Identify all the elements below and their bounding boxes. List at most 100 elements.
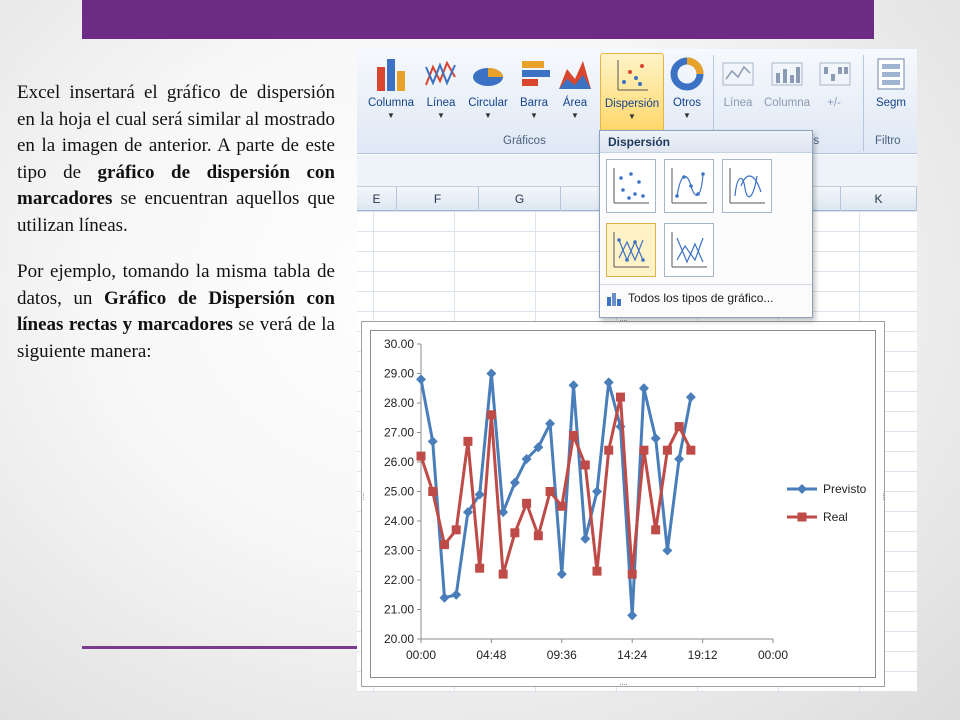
chevron-down-icon: ▼ bbox=[484, 111, 492, 120]
y-tick-label: 28.00 bbox=[384, 396, 414, 410]
data-point-real bbox=[662, 445, 672, 455]
resize-handle-left[interactable]: ···· bbox=[359, 492, 369, 500]
column-chart-button[interactable]: Columna ▼ bbox=[365, 53, 417, 133]
column-chart-icon bbox=[377, 59, 405, 91]
y-tick-label: 29.00 bbox=[384, 367, 414, 381]
data-point-previsto bbox=[662, 545, 673, 556]
data-point-previsto bbox=[650, 433, 661, 444]
y-tick-label: 21.00 bbox=[384, 603, 414, 617]
data-point-real bbox=[463, 436, 473, 446]
scatter-markers-icon bbox=[613, 168, 649, 204]
column-header-e[interactable]: E bbox=[357, 187, 397, 211]
slicer-button[interactable]: Segm bbox=[869, 53, 913, 133]
scatter-straight-markers-option[interactable] bbox=[606, 223, 656, 277]
data-point-previsto bbox=[486, 368, 497, 379]
scatter-markers-only-option[interactable] bbox=[606, 159, 656, 213]
sparkline-column-button[interactable]: Columna bbox=[761, 53, 813, 133]
data-point-real bbox=[451, 525, 461, 535]
paragraph-intro: Excel insertará el gráfico de dispersión… bbox=[17, 80, 335, 239]
data-point-real bbox=[428, 487, 438, 496]
legend-label-previsto: Previsto bbox=[823, 482, 867, 496]
gallery-title: Dispersión bbox=[600, 131, 812, 153]
x-tick-label: 19:12 bbox=[688, 648, 718, 662]
all-chart-types-label: Todos los tipos de gráfico... bbox=[628, 291, 774, 305]
x-tick-label: 14:24 bbox=[617, 648, 647, 662]
data-point-real bbox=[686, 445, 696, 455]
chevron-down-icon: ▼ bbox=[628, 112, 636, 121]
bar-chart-button[interactable]: Barra ▼ bbox=[515, 53, 553, 133]
data-point-real bbox=[615, 392, 625, 402]
data-point-real bbox=[475, 563, 485, 573]
chevron-down-icon: ▼ bbox=[571, 111, 579, 120]
excel-screenshot: Columna ▼ Línea ▼ Circular ▼ Barra ▼ Áre… bbox=[357, 49, 917, 692]
chevron-down-icon: ▼ bbox=[437, 111, 445, 120]
data-point-real bbox=[439, 540, 449, 550]
y-tick-label: 20.00 bbox=[384, 632, 414, 646]
data-point-real bbox=[639, 445, 649, 455]
group-label-charts: Gráficos bbox=[503, 135, 546, 147]
x-tick-label: 00:00 bbox=[758, 648, 788, 662]
y-tick-label: 24.00 bbox=[384, 514, 414, 528]
scatter-smooth-markers-option[interactable] bbox=[664, 159, 714, 213]
data-point-previsto bbox=[439, 592, 450, 603]
scatter-straight-lines-icon bbox=[671, 232, 707, 268]
other-charts-button[interactable]: Otros ▼ bbox=[667, 53, 707, 133]
area-chart-button[interactable]: Área ▼ bbox=[555, 53, 595, 133]
data-point-previsto bbox=[580, 533, 591, 544]
line-chart-button[interactable]: Línea ▼ bbox=[421, 53, 461, 133]
x-tick-label: 00:00 bbox=[406, 648, 436, 662]
chevron-down-icon: ▼ bbox=[530, 111, 538, 120]
group-divider bbox=[863, 55, 864, 151]
data-point-real bbox=[522, 498, 532, 508]
data-point-previsto bbox=[556, 569, 567, 580]
data-point-previsto bbox=[416, 374, 426, 385]
data-point-real bbox=[627, 569, 637, 579]
data-point-real bbox=[651, 525, 661, 535]
legend-marker-previsto bbox=[797, 484, 807, 494]
scatter-straight-markers-icon bbox=[613, 232, 649, 268]
title-bar bbox=[82, 0, 874, 39]
data-point-previsto bbox=[427, 436, 438, 447]
all-chart-types-link[interactable]: Todos los tipos de gráfico... bbox=[606, 291, 773, 306]
resize-handle-bottom[interactable]: ···· bbox=[619, 679, 628, 689]
sparkline-winloss-button[interactable]: +/- bbox=[817, 53, 851, 133]
scatter-chart-button[interactable]: Dispersión ▼ bbox=[600, 53, 664, 133]
data-point-real bbox=[510, 528, 520, 538]
column-header-g[interactable]: G bbox=[479, 187, 561, 211]
sparkline-column-icon bbox=[771, 62, 803, 86]
resize-handle-right[interactable]: ···· bbox=[879, 492, 889, 500]
chevron-down-icon: ▼ bbox=[387, 111, 395, 120]
sparkline-winloss-icon bbox=[819, 62, 851, 86]
pie-chart-button[interactable]: Circular ▼ bbox=[463, 53, 513, 133]
legend-label-real: Real bbox=[823, 510, 848, 524]
line-chart-icon bbox=[425, 60, 456, 86]
scatter-smooth-lines-icon bbox=[729, 168, 765, 204]
data-point-real bbox=[604, 445, 614, 455]
column-header-k[interactable]: K bbox=[841, 187, 917, 211]
scatter-chart: 20.00 21.00 22.00 23.00 24.00 25.00 26.00 27.00… bbox=[384, 337, 867, 662]
body-text: Excel insertará el gráfico de dispersión… bbox=[17, 80, 335, 365]
chart-object[interactable]: ···· ···· ···· ···· 20.00 21.00 22.00 23.00… bbox=[359, 315, 889, 689]
scatter-straight-lines-option[interactable] bbox=[664, 223, 714, 277]
data-point-real bbox=[416, 451, 426, 461]
x-tick-label: 09:36 bbox=[547, 648, 577, 662]
data-point-previsto bbox=[451, 589, 462, 600]
gallery-divider bbox=[600, 284, 812, 285]
bar-chart-icon bbox=[522, 61, 550, 86]
data-point-real bbox=[498, 569, 508, 579]
data-point-real bbox=[545, 487, 555, 496]
scatter-smooth-markers-icon bbox=[671, 168, 707, 204]
data-point-previsto bbox=[509, 477, 520, 488]
paragraph-example: Por ejemplo, tomando la misma tabla de d… bbox=[17, 259, 335, 365]
data-point-previsto bbox=[603, 377, 614, 388]
x-tick-label: 04:48 bbox=[476, 648, 506, 662]
data-point-real bbox=[533, 531, 543, 541]
scatter-smooth-lines-option[interactable] bbox=[722, 159, 772, 213]
sparkline-line-button[interactable]: Línea bbox=[719, 53, 757, 133]
data-point-real bbox=[674, 422, 684, 432]
pie-chart-icon bbox=[473, 68, 503, 86]
column-header-f[interactable]: F bbox=[397, 187, 479, 211]
y-tick-label: 25.00 bbox=[384, 485, 414, 499]
data-point-previsto bbox=[674, 454, 685, 465]
legend-marker-real bbox=[797, 512, 807, 522]
